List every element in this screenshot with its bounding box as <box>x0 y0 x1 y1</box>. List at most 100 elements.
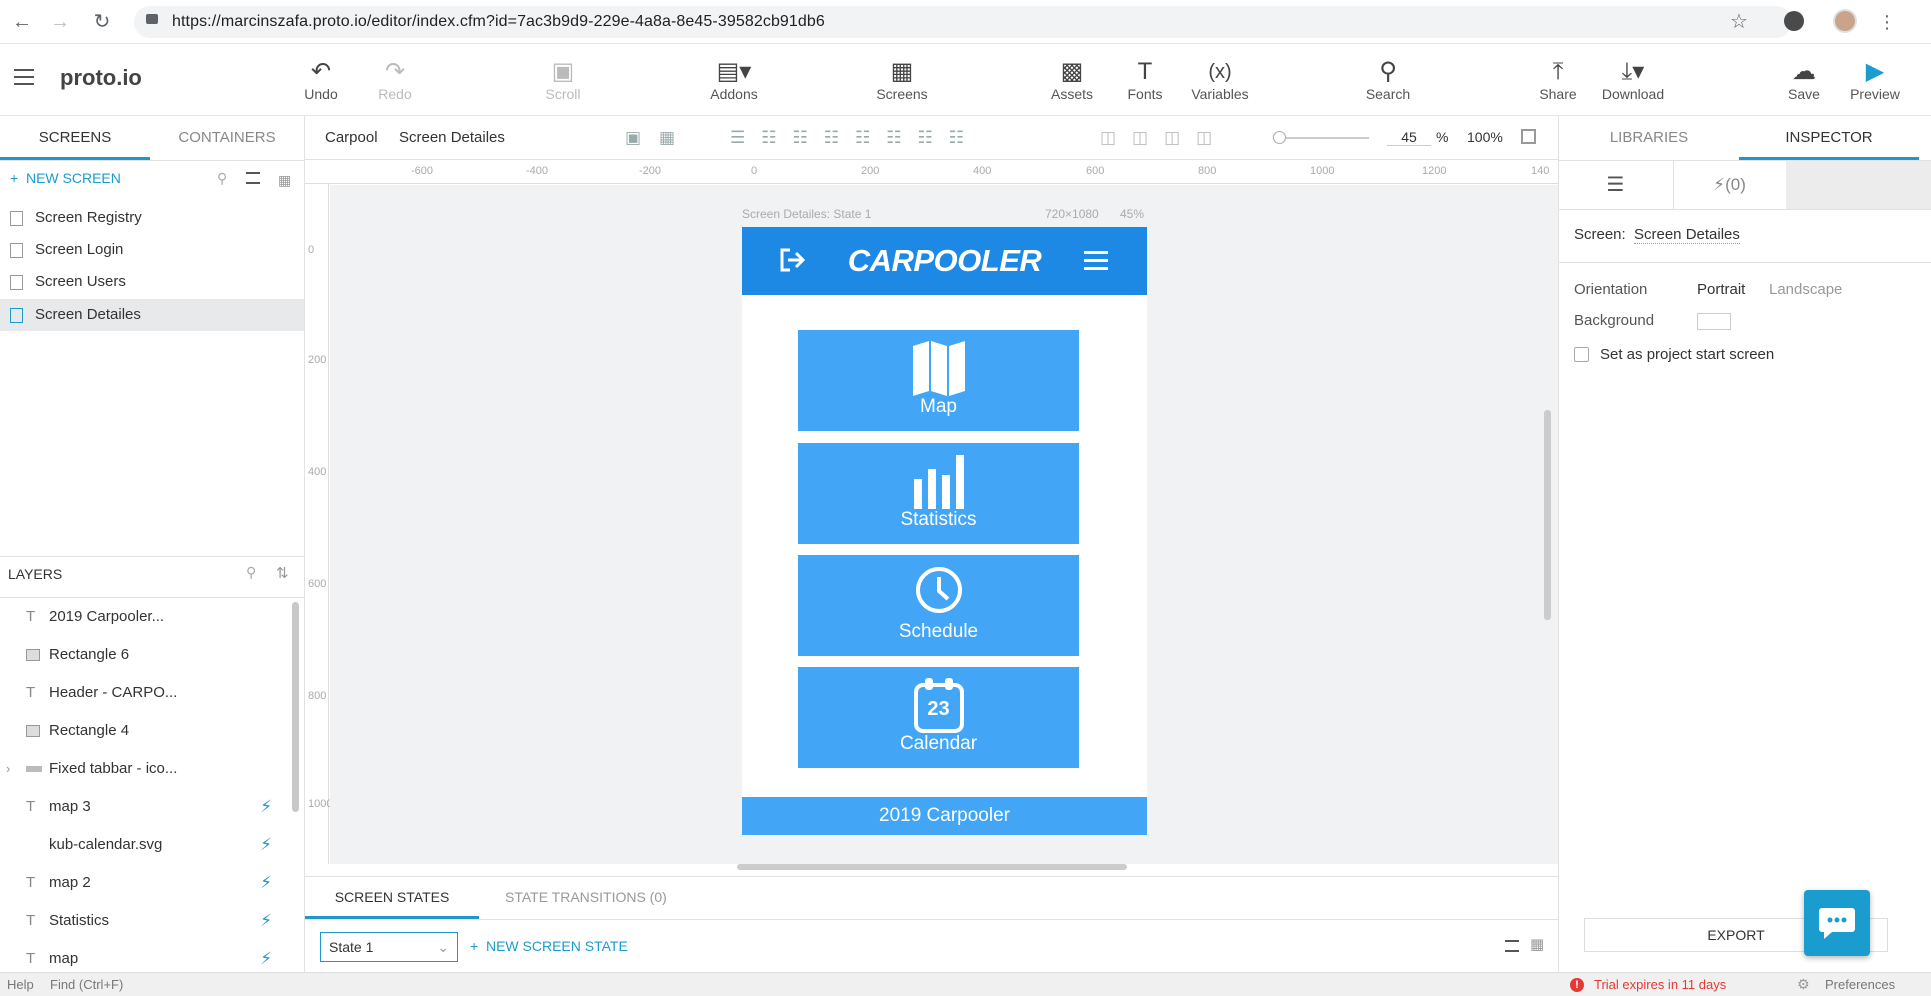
menu-dots-icon[interactable]: ⋮ <box>1875 10 1899 34</box>
search-icon[interactable]: ⚲ <box>217 170 227 187</box>
zoom-input[interactable]: 45 <box>1387 129 1431 146</box>
canvas-hscrollbar[interactable] <box>737 864 1127 870</box>
ruler-left: 0 200 400 600 800 1000 <box>305 184 332 864</box>
calendar-day: 23 <box>927 698 950 720</box>
landscape-option[interactable]: Landscape <box>1769 281 1842 298</box>
help-link[interactable]: Help <box>7 977 34 992</box>
redo-button[interactable]: ↷ Redo <box>370 44 420 116</box>
trial-notice[interactable]: Trial expires in 11 days <box>1594 977 1726 992</box>
forward-icon[interactable]: → <box>48 10 72 34</box>
grid-view-icon[interactable]: ▦ <box>1530 935 1544 953</box>
layer-item[interactable]: T 2019 Carpooler... <box>0 598 290 636</box>
start-screen-checkbox[interactable] <box>1574 347 1589 362</box>
save-button[interactable]: ☁ Save <box>1784 44 1824 116</box>
align-tools[interactable]: ▣▦ <box>625 128 693 148</box>
list-view-icon[interactable] <box>246 172 260 184</box>
layer-item[interactable]: kub-calendar.svg ⚡ <box>0 826 290 864</box>
tab-screens[interactable]: SCREENS <box>0 116 150 160</box>
zoom-100-button[interactable]: 100% <box>1467 129 1503 145</box>
layer-item[interactable]: Tmap 3 ⚡ <box>0 788 290 826</box>
screen-name-field[interactable]: Screen Detailes <box>1634 226 1740 244</box>
phone-screen[interactable]: CARPOOLER Map Statistics Schedule 23 Cal… <box>742 227 1147 835</box>
profile-avatar[interactable] <box>1833 9 1857 33</box>
reload-icon[interactable]: ↻ <box>90 10 114 34</box>
search-icon: ⚲ <box>1379 58 1397 85</box>
background-color-swatch[interactable] <box>1697 313 1731 330</box>
scroll-button[interactable]: ▣ Scroll <box>538 44 588 116</box>
url-text: https://marcinszafa.proto.io/editor/inde… <box>172 13 825 30</box>
preferences-link[interactable]: Preferences <box>1825 977 1895 992</box>
grid-view-icon[interactable]: ▦ <box>278 172 291 189</box>
canvas-vscrollbar[interactable] <box>1544 410 1551 620</box>
hamburger-icon[interactable] <box>14 69 34 85</box>
screen-icon <box>10 275 23 290</box>
layer-item[interactable]: Tmap ⚡ <box>0 940 290 972</box>
addons-button[interactable]: ▤▾ Addons <box>703 44 765 116</box>
text-icon: T <box>26 950 36 967</box>
schedule-tile[interactable]: Schedule <box>798 555 1079 656</box>
download-button[interactable]: ⤓▾ Download <box>1598 44 1668 116</box>
sort-icon[interactable]: ⇅ <box>276 564 289 582</box>
interactions-tab[interactable]: ⚡(0) <box>1673 161 1785 209</box>
layers-scrollbar[interactable] <box>292 602 299 812</box>
share-icon: ⤒ <box>1552 58 1564 85</box>
layer-item[interactable]: T Header - CARPO... <box>0 674 290 712</box>
divider <box>0 160 304 161</box>
properties-tab[interactable]: ☰ <box>1559 161 1672 209</box>
chevron-right-icon[interactable]: › <box>6 750 10 788</box>
screens-button[interactable]: ▦ Screens <box>871 44 933 116</box>
zoom-percent-label: % <box>1436 129 1449 145</box>
tab-screen-states[interactable]: SCREEN STATES <box>305 877 479 919</box>
layer-item[interactable]: Rectangle 4 <box>0 712 290 750</box>
fonts-button[interactable]: T Fonts <box>1124 44 1166 116</box>
bolt-icon: ⚡ <box>1713 175 1726 194</box>
layer-item[interactable]: Rectangle 6 <box>0 636 290 674</box>
arrange-tools[interactable]: ◫◫◫◫ <box>1100 128 1228 148</box>
undo-button[interactable]: ↶ Undo <box>296 44 346 116</box>
search-icon[interactable]: ⚲ <box>246 564 256 581</box>
layer-item[interactable]: Tmap 2 ⚡ <box>0 864 290 902</box>
share-button[interactable]: ⤒ Share <box>1535 44 1581 116</box>
list-view-icon[interactable] <box>1505 940 1519 952</box>
star-icon[interactable]: ☆ <box>1727 10 1751 34</box>
portrait-option[interactable]: Portrait <box>1697 281 1745 298</box>
app-logo[interactable]: proto.io <box>60 65 142 91</box>
screen-item-selected[interactable]: Screen Detailes <box>0 299 304 331</box>
breadcrumb-screen[interactable]: Screen Detailes <box>399 129 505 146</box>
calendar-tile[interactable]: 23 Calendar <box>798 667 1079 768</box>
download-icon: ⤓▾ <box>1621 58 1645 85</box>
tab-libraries[interactable]: LIBRARIES <box>1559 116 1739 160</box>
find-link[interactable]: Find (Ctrl+F) <box>50 977 123 992</box>
layer-item[interactable]: › Fixed tabbar - ico... <box>0 750 290 788</box>
distribute-tools[interactable]: ☰☷☷☷☷☷☷☷ <box>730 128 980 148</box>
variables-button[interactable]: (x) Variables <box>1188 44 1252 116</box>
statistics-tile[interactable]: Statistics <box>798 443 1079 544</box>
hamburger-icon[interactable] <box>1084 251 1108 271</box>
zoom-slider-track[interactable] <box>1273 137 1369 139</box>
tab-containers[interactable]: CONTAINERS <box>150 116 304 160</box>
new-screen-state-button[interactable]: + NEW SCREEN STATE <box>470 938 628 954</box>
layer-item[interactable]: T Statistics ⚡ <box>0 902 290 940</box>
screen-item[interactable]: Screen Users <box>0 266 304 298</box>
search-button[interactable]: ⚲ Search <box>1363 44 1413 116</box>
state-select[interactable]: State 1 ⌄ <box>320 932 458 962</box>
back-icon[interactable]: ← <box>10 10 34 34</box>
ruler-label: 800 <box>308 690 327 702</box>
tab-state-transitions[interactable]: STATE TRANSITIONS (0) <box>505 877 695 919</box>
app-toolbar: proto.io ↶ Undo ↷ Redo ▣ Scroll ▤▾ Addons ▦ S… <box>0 44 1931 116</box>
fit-screen-icon[interactable] <box>1521 129 1536 144</box>
zoom-slider-handle[interactable] <box>1273 131 1286 144</box>
assets-button[interactable]: ▩ Assets <box>1046 44 1098 116</box>
map-tile[interactable]: Map <box>798 330 1079 431</box>
tab-inspector[interactable]: INSPECTOR <box>1739 116 1919 160</box>
new-screen-button[interactable]: + NEW SCREEN <box>10 170 121 186</box>
screen-item[interactable]: Screen Login <box>0 234 304 266</box>
warning-icon: ! <box>1570 978 1584 992</box>
chat-button[interactable] <box>1804 890 1870 956</box>
screen-item[interactable]: Screen Registry <box>0 202 304 234</box>
extension-icon[interactable] <box>1784 11 1804 31</box>
variables-icon: (x) <box>1208 61 1232 83</box>
screen-icon <box>10 308 23 323</box>
preview-button[interactable]: ▶ Preview <box>1847 44 1903 116</box>
breadcrumb-project[interactable]: Carpool <box>325 129 378 146</box>
